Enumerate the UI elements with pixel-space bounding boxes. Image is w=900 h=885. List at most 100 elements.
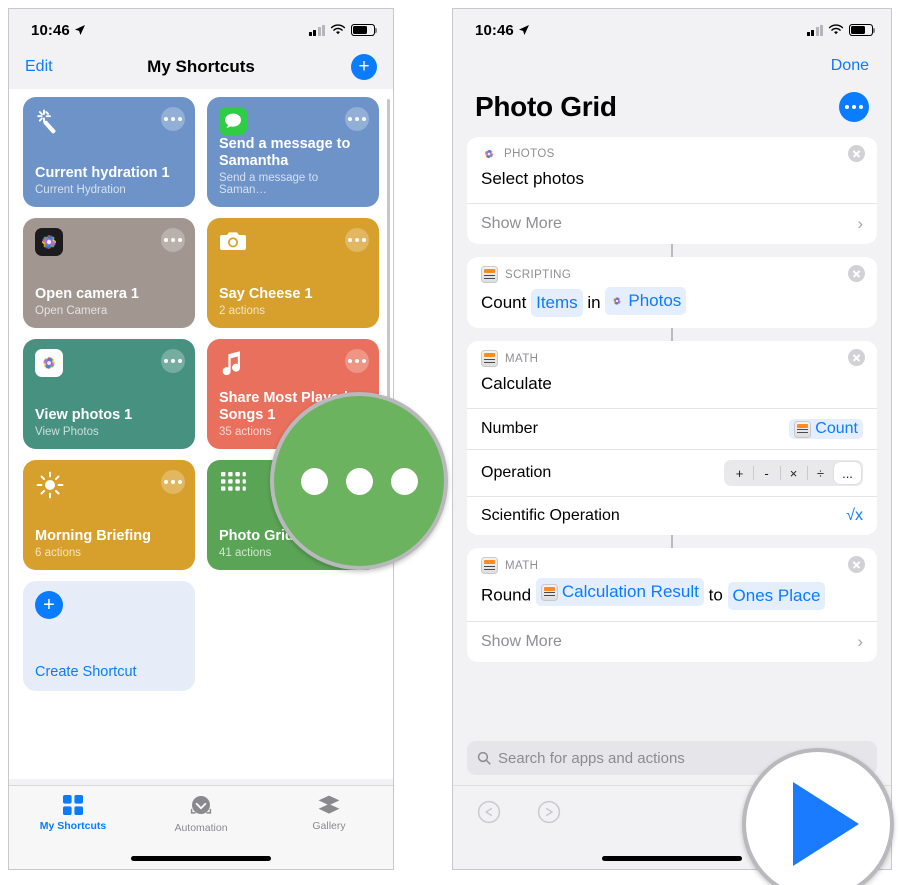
photos-app-icon — [484, 149, 494, 159]
shortcut-more-button[interactable] — [161, 228, 185, 252]
operation-divide[interactable]: ÷ — [807, 462, 834, 484]
redo-icon[interactable] — [537, 800, 561, 824]
shortcut-name: Send a message to Samantha — [219, 136, 351, 169]
shortcut-tile-morning-briefing[interactable]: Morning Briefing 6 actions — [23, 460, 195, 570]
operation-minus[interactable]: - — [753, 462, 780, 484]
calculation-result-label: Calculation Result — [561, 582, 699, 601]
screenshot-stage: 10:46 Edit My Shortcuts + Current hydrat… — [0, 0, 900, 885]
operation-row[interactable]: Operation + - × ÷ ... — [467, 449, 877, 496]
action-card-round[interactable]: MATH Round Calculation Result to Ones Pl… — [467, 548, 877, 662]
calculator-icon — [481, 350, 498, 367]
scientific-operation-label: Scientific Operation — [481, 507, 620, 524]
create-shortcut-tile[interactable]: + Create Shortcut — [23, 581, 195, 691]
shortcut-subtitle: View Photos — [35, 426, 99, 438]
number-row[interactable]: Number Count — [467, 408, 877, 449]
location-arrow-icon — [518, 25, 529, 35]
remove-action-button[interactable] — [848, 556, 865, 573]
layers-icon — [318, 795, 340, 814]
calculator-icon — [481, 557, 498, 574]
shortcut-subtitle: Current Hydration — [35, 184, 126, 196]
calculation-result-token[interactable]: Calculation Result — [535, 578, 704, 606]
editor-title-row: Photo Grid — [453, 87, 891, 137]
action-connector — [671, 328, 673, 341]
action-card-header: PHOTOS — [467, 137, 877, 164]
show-more-label: Show More — [481, 632, 562, 650]
shortcut-more-button[interactable] — [345, 107, 369, 131]
shortcut-more-button[interactable] — [161, 107, 185, 131]
action-card-select-photos[interactable]: PHOTOS Select photos Show More › — [467, 137, 877, 244]
operation-multiply[interactable]: × — [780, 462, 807, 484]
to-keyword: to — [708, 585, 723, 605]
shortcut-more-button[interactable] — [345, 349, 369, 373]
automation-clock-icon — [190, 796, 212, 814]
shortcut-tile-open-camera[interactable]: Open camera 1 Open Camera — [23, 218, 195, 328]
operation-segmented-control[interactable]: + - × ÷ ... — [724, 460, 863, 486]
camera-icon — [219, 228, 367, 262]
shortcut-subtitle: Open Camera — [35, 305, 108, 317]
items-token[interactable]: Items — [531, 289, 583, 317]
shortcut-more-button[interactable] — [161, 470, 185, 494]
play-icon — [793, 782, 859, 866]
tab-automation[interactable]: Automation — [137, 794, 265, 834]
calculator-icon — [794, 420, 812, 438]
action-card-calculate[interactable]: MATH Calculate Number Count Operation + … — [467, 341, 877, 535]
action-card-header: MATH — [467, 548, 877, 576]
shortcut-more-button[interactable] — [345, 228, 369, 252]
shortcut-tile-view-photos[interactable]: View photos 1 View Photos — [23, 339, 195, 449]
scientific-operation-row[interactable]: Scientific Operation √x — [467, 496, 877, 535]
shortcut-name: Open camera 1 — [35, 286, 139, 302]
action-card-count[interactable]: SCRIPTING Count Items in Photos — [467, 257, 877, 328]
edit-button[interactable]: Edit — [25, 58, 53, 76]
tab-my-shortcuts[interactable]: My Shortcuts — [9, 794, 137, 832]
action-category: SCRIPTING — [505, 268, 572, 281]
photos-app-icon — [35, 228, 183, 262]
operation-more[interactable]: ... — [834, 462, 861, 484]
show-more-row[interactable]: Show More › — [467, 620, 877, 662]
plus-icon: + — [35, 591, 63, 619]
navigation-bar-right: Done — [453, 45, 891, 87]
add-shortcut-button[interactable]: + — [351, 54, 377, 80]
round-keyword: Round — [481, 585, 532, 605]
create-shortcut-label: Create Shortcut — [35, 664, 137, 680]
shortcut-subtitle: Send a message to Saman… — [219, 172, 319, 196]
action-category: MATH — [505, 352, 539, 365]
wifi-icon — [330, 24, 346, 35]
shortcut-tile-say-cheese[interactable]: Say Cheese 1 2 actions — [207, 218, 379, 328]
dot — [300, 467, 328, 495]
action-connector — [671, 535, 673, 548]
operation-label: Operation — [481, 464, 552, 481]
photos-token[interactable]: Photos — [605, 287, 687, 315]
more-options-button[interactable] — [839, 92, 869, 122]
shortcut-name: View photos 1 — [35, 407, 133, 423]
action-connector — [671, 244, 673, 257]
sqrt-x-icon[interactable]: √x — [846, 507, 863, 525]
action-card-header: MATH — [467, 341, 877, 369]
remove-action-button[interactable] — [848, 349, 865, 366]
shortcut-name: Current hydration 1 — [35, 165, 170, 181]
chevron-right-icon: › — [857, 631, 863, 651]
remove-action-button[interactable] — [848, 265, 865, 282]
remove-action-button[interactable] — [848, 145, 865, 162]
undo-icon[interactable] — [477, 800, 501, 824]
action-expression: Count Items in Photos — [467, 285, 877, 328]
cellular-signal-icon — [806, 24, 823, 36]
shortcut-name: Say Cheese 1 — [219, 286, 313, 302]
status-indicators-right — [806, 24, 876, 36]
count-variable-token[interactable]: Count — [789, 419, 863, 439]
show-more-row[interactable]: Show More › — [467, 203, 877, 244]
shortcuts-grid: Current hydration 1 Current Hydration Se… — [23, 97, 379, 691]
shortcut-tile-current-hydration[interactable]: Current hydration 1 Current Hydration — [23, 97, 195, 207]
number-label: Number — [481, 420, 538, 437]
done-button[interactable]: Done — [831, 57, 869, 75]
callout-shortcut-more-dots[interactable] — [270, 392, 448, 570]
wifi-icon — [828, 24, 844, 35]
ones-place-token[interactable]: Ones Place — [727, 581, 826, 610]
cellular-signal-icon — [308, 24, 325, 36]
shortcut-tile-send-a-message[interactable]: Send a message to Samantha Send a messag… — [207, 97, 379, 207]
tab-gallery[interactable]: Gallery — [265, 794, 393, 832]
calculator-icon — [540, 583, 558, 601]
action-title: Select photos — [481, 169, 585, 188]
search-icon — [477, 751, 491, 765]
shortcut-more-button[interactable] — [161, 349, 185, 373]
operation-plus[interactable]: + — [726, 462, 753, 484]
